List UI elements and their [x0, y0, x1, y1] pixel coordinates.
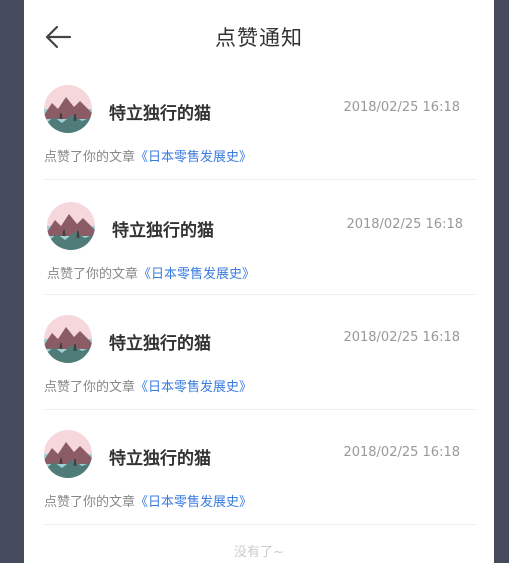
article-link[interactable]: 《日本零售发展史》 [135, 380, 252, 395]
avatar[interactable] [44, 85, 92, 133]
action-text: 点赞了你的文章 [44, 150, 136, 165]
timestamp: 2018/02/25 16:18 [343, 330, 460, 345]
action-text: 点赞了你的文章 [44, 380, 136, 395]
avatar-image [44, 430, 92, 478]
article-link[interactable]: 《日本零售发展史》 [135, 150, 252, 165]
user-name[interactable]: 特立独行的猫 [109, 99, 211, 124]
notification-item[interactable]: 特立独行的猫 2018/02/25 16:18 点赞了你的文章《日本零售发展史》 [44, 304, 476, 410]
avatar-image [47, 202, 95, 250]
action-line: 点赞了你的文章《日本零售发展史》 [44, 376, 252, 395]
article-link[interactable]: 《日本零售发展史》 [135, 495, 252, 510]
header: 点赞通知 [24, 0, 494, 74]
avatar[interactable] [44, 315, 92, 363]
action-line: 点赞了你的文章《日本零售发展史》 [44, 146, 252, 165]
page-title: 点赞通知 [215, 26, 303, 50]
avatar-image [44, 315, 92, 363]
action-line: 点赞了你的文章《日本零售发展史》 [47, 263, 255, 282]
action-line: 点赞了你的文章《日本零售发展史》 [44, 491, 252, 510]
action-text: 点赞了你的文章 [44, 495, 136, 510]
notification-item[interactable]: 特立独行的猫 2018/02/25 16:18 点赞了你的文章《日本零售发展史》 [44, 189, 476, 295]
user-name[interactable]: 特立独行的猫 [109, 329, 211, 354]
timestamp: 2018/02/25 16:18 [343, 445, 460, 460]
timestamp: 2018/02/25 16:18 [343, 100, 460, 115]
notification-panel: 点赞通知 特立独行的猫 2018/02/25 16:18 点赞了你的文章《日本零… [24, 0, 494, 563]
article-link[interactable]: 《日本零售发展史》 [138, 267, 255, 282]
notification-item[interactable]: 特立独行的猫 2018/02/25 16:18 点赞了你的文章《日本零售发展史》 [44, 419, 476, 525]
notification-list: 特立独行的猫 2018/02/25 16:18 点赞了你的文章《日本零售发展史》… [44, 74, 476, 525]
avatar-image [44, 85, 92, 133]
user-name[interactable]: 特立独行的猫 [109, 444, 211, 469]
timestamp: 2018/02/25 16:18 [346, 217, 463, 232]
avatar[interactable] [47, 202, 95, 250]
user-name[interactable]: 特立独行的猫 [112, 216, 214, 241]
notification-item[interactable]: 特立独行的猫 2018/02/25 16:18 点赞了你的文章《日本零售发展史》 [44, 74, 476, 180]
avatar[interactable] [44, 430, 92, 478]
action-text: 点赞了你的文章 [47, 267, 139, 282]
end-of-list-text: 没有了~ [234, 545, 284, 560]
